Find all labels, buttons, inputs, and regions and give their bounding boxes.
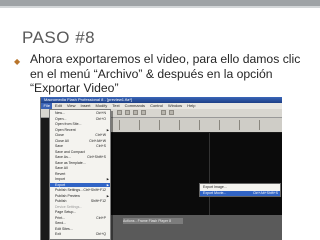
menu-item-publish-preview[interactable]: Publish Preview ▶ (50, 194, 110, 199)
menu-item-label: Open from Site... (55, 122, 82, 126)
menu-item-label: Close (55, 133, 64, 137)
toolbar-button[interactable] (161, 110, 166, 115)
menu-item-label: Save and Compact (55, 149, 85, 154)
menu-item-label: Open... (55, 116, 67, 121)
bullet-diamond-icon: ◆ (14, 57, 21, 66)
menu-item-export[interactable]: Export ▶ (50, 182, 110, 188)
toolbar-button[interactable] (125, 110, 130, 115)
menu-item-shortcut: Ctrl+Q (95, 232, 106, 236)
menu-item-label: Save All (55, 166, 68, 170)
menu-item-label: Publish (55, 199, 67, 203)
menu-item-label: Exit (55, 232, 61, 236)
menu-item-label: Revert (55, 171, 66, 176)
timeline-frame-mark (199, 120, 200, 130)
menu-item-shortcut: Ctrl+S (96, 144, 106, 148)
submenu-arrow-icon: ▶ (106, 193, 109, 198)
menu-item-import[interactable]: Import ▶ (50, 177, 110, 182)
toolbar-button[interactable] (141, 110, 146, 115)
submenu-item-export-movie[interactable]: Export Movie... Ctrl+Alt+Shift+S (200, 190, 280, 196)
menu-item-save-as-template[interactable]: Save as Template... (50, 161, 110, 166)
toolbar-button[interactable] (169, 110, 174, 115)
timeline-frame-mark (119, 120, 120, 130)
timeline-frame-mark (159, 120, 160, 130)
submenu-item-label: Export Movie... (203, 190, 227, 195)
submenu-item-shortcut: Ctrl+Alt+Shift+S (253, 190, 278, 195)
slide-title: PASO #8 (22, 28, 96, 47)
menu-item-shortcut: Ctrl+P (96, 215, 106, 220)
menu-item-open[interactable]: Open... Ctrl+O (50, 117, 110, 122)
menu-item-publish[interactable]: Publish Shift+F12 (50, 199, 110, 204)
menu-item-label: Send... (55, 221, 67, 225)
menu-item-label: Page Setup... (55, 210, 77, 214)
menu-item-page-setup[interactable]: Page Setup... (50, 210, 110, 215)
menu-item-label: Save (55, 144, 63, 148)
toolbar-button[interactable] (117, 110, 122, 115)
menu-item-open-recent[interactable]: Open Recent ▶ (50, 128, 110, 133)
menu-item-shortcut: Shift+F12 (90, 199, 106, 203)
actions-panel-tab[interactable]: Actions - Frame Flash Player 8 (123, 218, 183, 224)
timeline-frame-mark (179, 120, 180, 130)
menu-item-label: Publish Preview (55, 193, 80, 198)
menu-item-save-all[interactable]: Save All (50, 166, 110, 171)
menu-item-save-and-compact[interactable]: Save and Compact (50, 150, 110, 155)
menu-item-close-all[interactable]: Close All Ctrl+Alt+W (50, 139, 110, 144)
menu-item-shortcut: Ctrl+Shift+F12 (83, 188, 106, 192)
menu-item-edit-sites[interactable]: Edit Sites... (50, 227, 110, 232)
slide-body-text: Ahora exportaremos el video, para ello d… (30, 52, 301, 95)
menu-item-label: Close All (55, 138, 69, 143)
menu-item-send[interactable]: Send... (50, 221, 110, 226)
menu-item-open-from-site[interactable]: Open from Site... (50, 122, 110, 127)
top-accent-line (0, 6, 320, 8)
toolbar-button[interactable] (133, 110, 138, 115)
menu-item-shortcut: Ctrl+Alt+W (89, 138, 106, 143)
menu-item-exit[interactable]: Exit Ctrl+Q (50, 232, 110, 237)
menu-item-new[interactable]: New... Ctrl+N (50, 111, 110, 116)
file-menu-dropdown: New... Ctrl+N Open... Ctrl+O Open from Sit… (49, 109, 111, 240)
menu-item-label: Edit Sites... (55, 226, 73, 231)
menu-item-label: Export (55, 182, 66, 187)
submenu-item-label: Export Image... (203, 185, 227, 189)
menu-item-publish-settings[interactable]: Publish Settings... Ctrl+Shift+F12 (50, 188, 110, 193)
flash-screenshot: Macromedia Flash Professional 8 - [previ… (40, 97, 282, 240)
menu-item-label: Import (55, 177, 65, 181)
timeline-frame-mark (239, 120, 240, 130)
export-submenu: Export Image... Export Movie... Ctrl+Alt+… (199, 183, 281, 197)
timeline-frame-mark (139, 120, 140, 130)
menu-item-label: Save As... (55, 155, 71, 159)
menu-item-label: New... (55, 111, 65, 115)
timeline-frame-mark (259, 120, 260, 130)
timeline-frame-mark (219, 120, 220, 130)
submenu-arrow-icon: ▶ (106, 127, 109, 132)
menu-item-shortcut: Ctrl+Shift+S (87, 155, 106, 159)
menu-item-label: Device Settings... (55, 204, 83, 209)
timeline[interactable] (99, 118, 282, 132)
menu-item-label: Open Recent (55, 127, 76, 132)
menu-item-print[interactable]: Print... Ctrl+P (50, 216, 110, 221)
menu-item-revert[interactable]: Revert (50, 172, 110, 177)
menu-item-shortcut: Ctrl+N (95, 111, 106, 115)
submenu-arrow-icon: ▶ (106, 182, 109, 187)
menu-item-shortcut: Ctrl+W (95, 133, 106, 137)
menu-item-label: Print... (55, 215, 66, 220)
submenu-item-export-image[interactable]: Export Image... (200, 185, 280, 190)
menu-item-save-as[interactable]: Save As... Ctrl+Shift+S (50, 155, 110, 160)
menu-item-device-settings[interactable]: Device Settings... (50, 205, 110, 210)
submenu-arrow-icon: ▶ (106, 177, 109, 181)
menu-item-close[interactable]: Close Ctrl+W (50, 133, 110, 138)
menu-item-label: Publish Settings... (55, 188, 84, 192)
menu-item-save[interactable]: Save Ctrl+S (50, 144, 110, 149)
menu-item-shortcut: Ctrl+O (95, 116, 106, 121)
menu-item-label: Save as Template... (55, 160, 86, 165)
